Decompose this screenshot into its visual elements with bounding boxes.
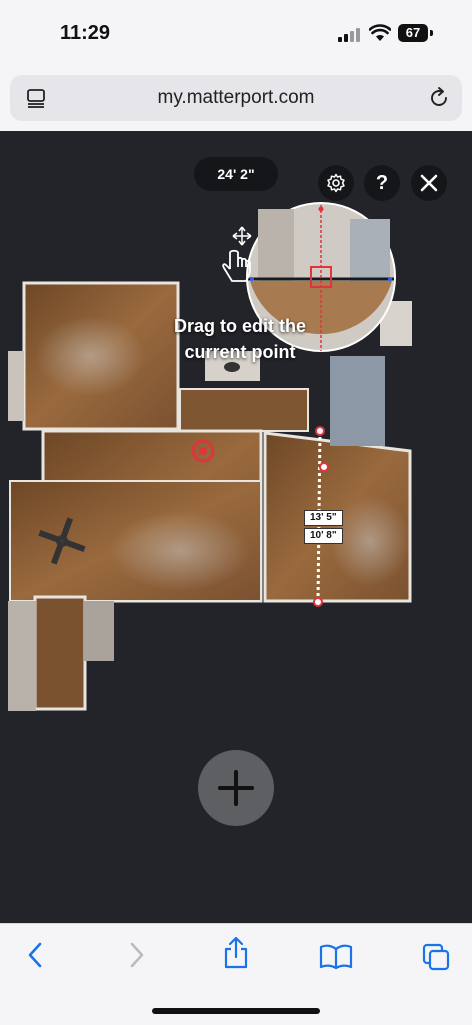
gear-icon [327,173,345,193]
move-icon [232,226,252,246]
add-measurement-button[interactable] [198,750,274,826]
help-icon: ? [375,172,389,194]
chevron-right-icon[interactable] [126,940,148,970]
floorplan-viewer[interactable]: 24' 2" ? Drag to edit the current point … [0,131,472,923]
reload-icon[interactable] [428,87,450,109]
wifi-icon [369,24,391,41]
close-button[interactable] [411,165,447,201]
drag-hint-text: Drag to edit the current point [173,316,306,362]
measure-point-mid [319,462,329,472]
share-icon[interactable] [222,936,250,970]
measure-point-end [313,597,323,607]
battery-cap [430,30,433,36]
settings-button[interactable] [318,165,354,201]
clock: 11:29 [60,22,111,44]
close-icon [420,174,438,192]
plus-icon [218,770,254,806]
chevron-left-icon[interactable] [24,940,46,970]
help-button[interactable]: ? [364,165,400,201]
url-text[interactable]: my.matterport.com [10,87,462,109]
book-icon[interactable] [319,944,353,970]
hand-pointer-icon [222,249,251,282]
tabs-icon[interactable] [421,942,451,972]
measure-point-start [315,426,325,436]
cellular-signal-icon [338,26,364,42]
segment-length-label-2: 10' 8" [304,528,343,544]
segment-length-label-1: 13' 5" [304,510,343,526]
status-bar: 11:29 67 [0,0,472,70]
address-bar[interactable]: my.matterport.com [10,75,462,121]
home-indicator [152,1008,320,1014]
battery-indicator: 67 [398,24,428,42]
total-length-badge: 24' 2" [194,157,278,191]
